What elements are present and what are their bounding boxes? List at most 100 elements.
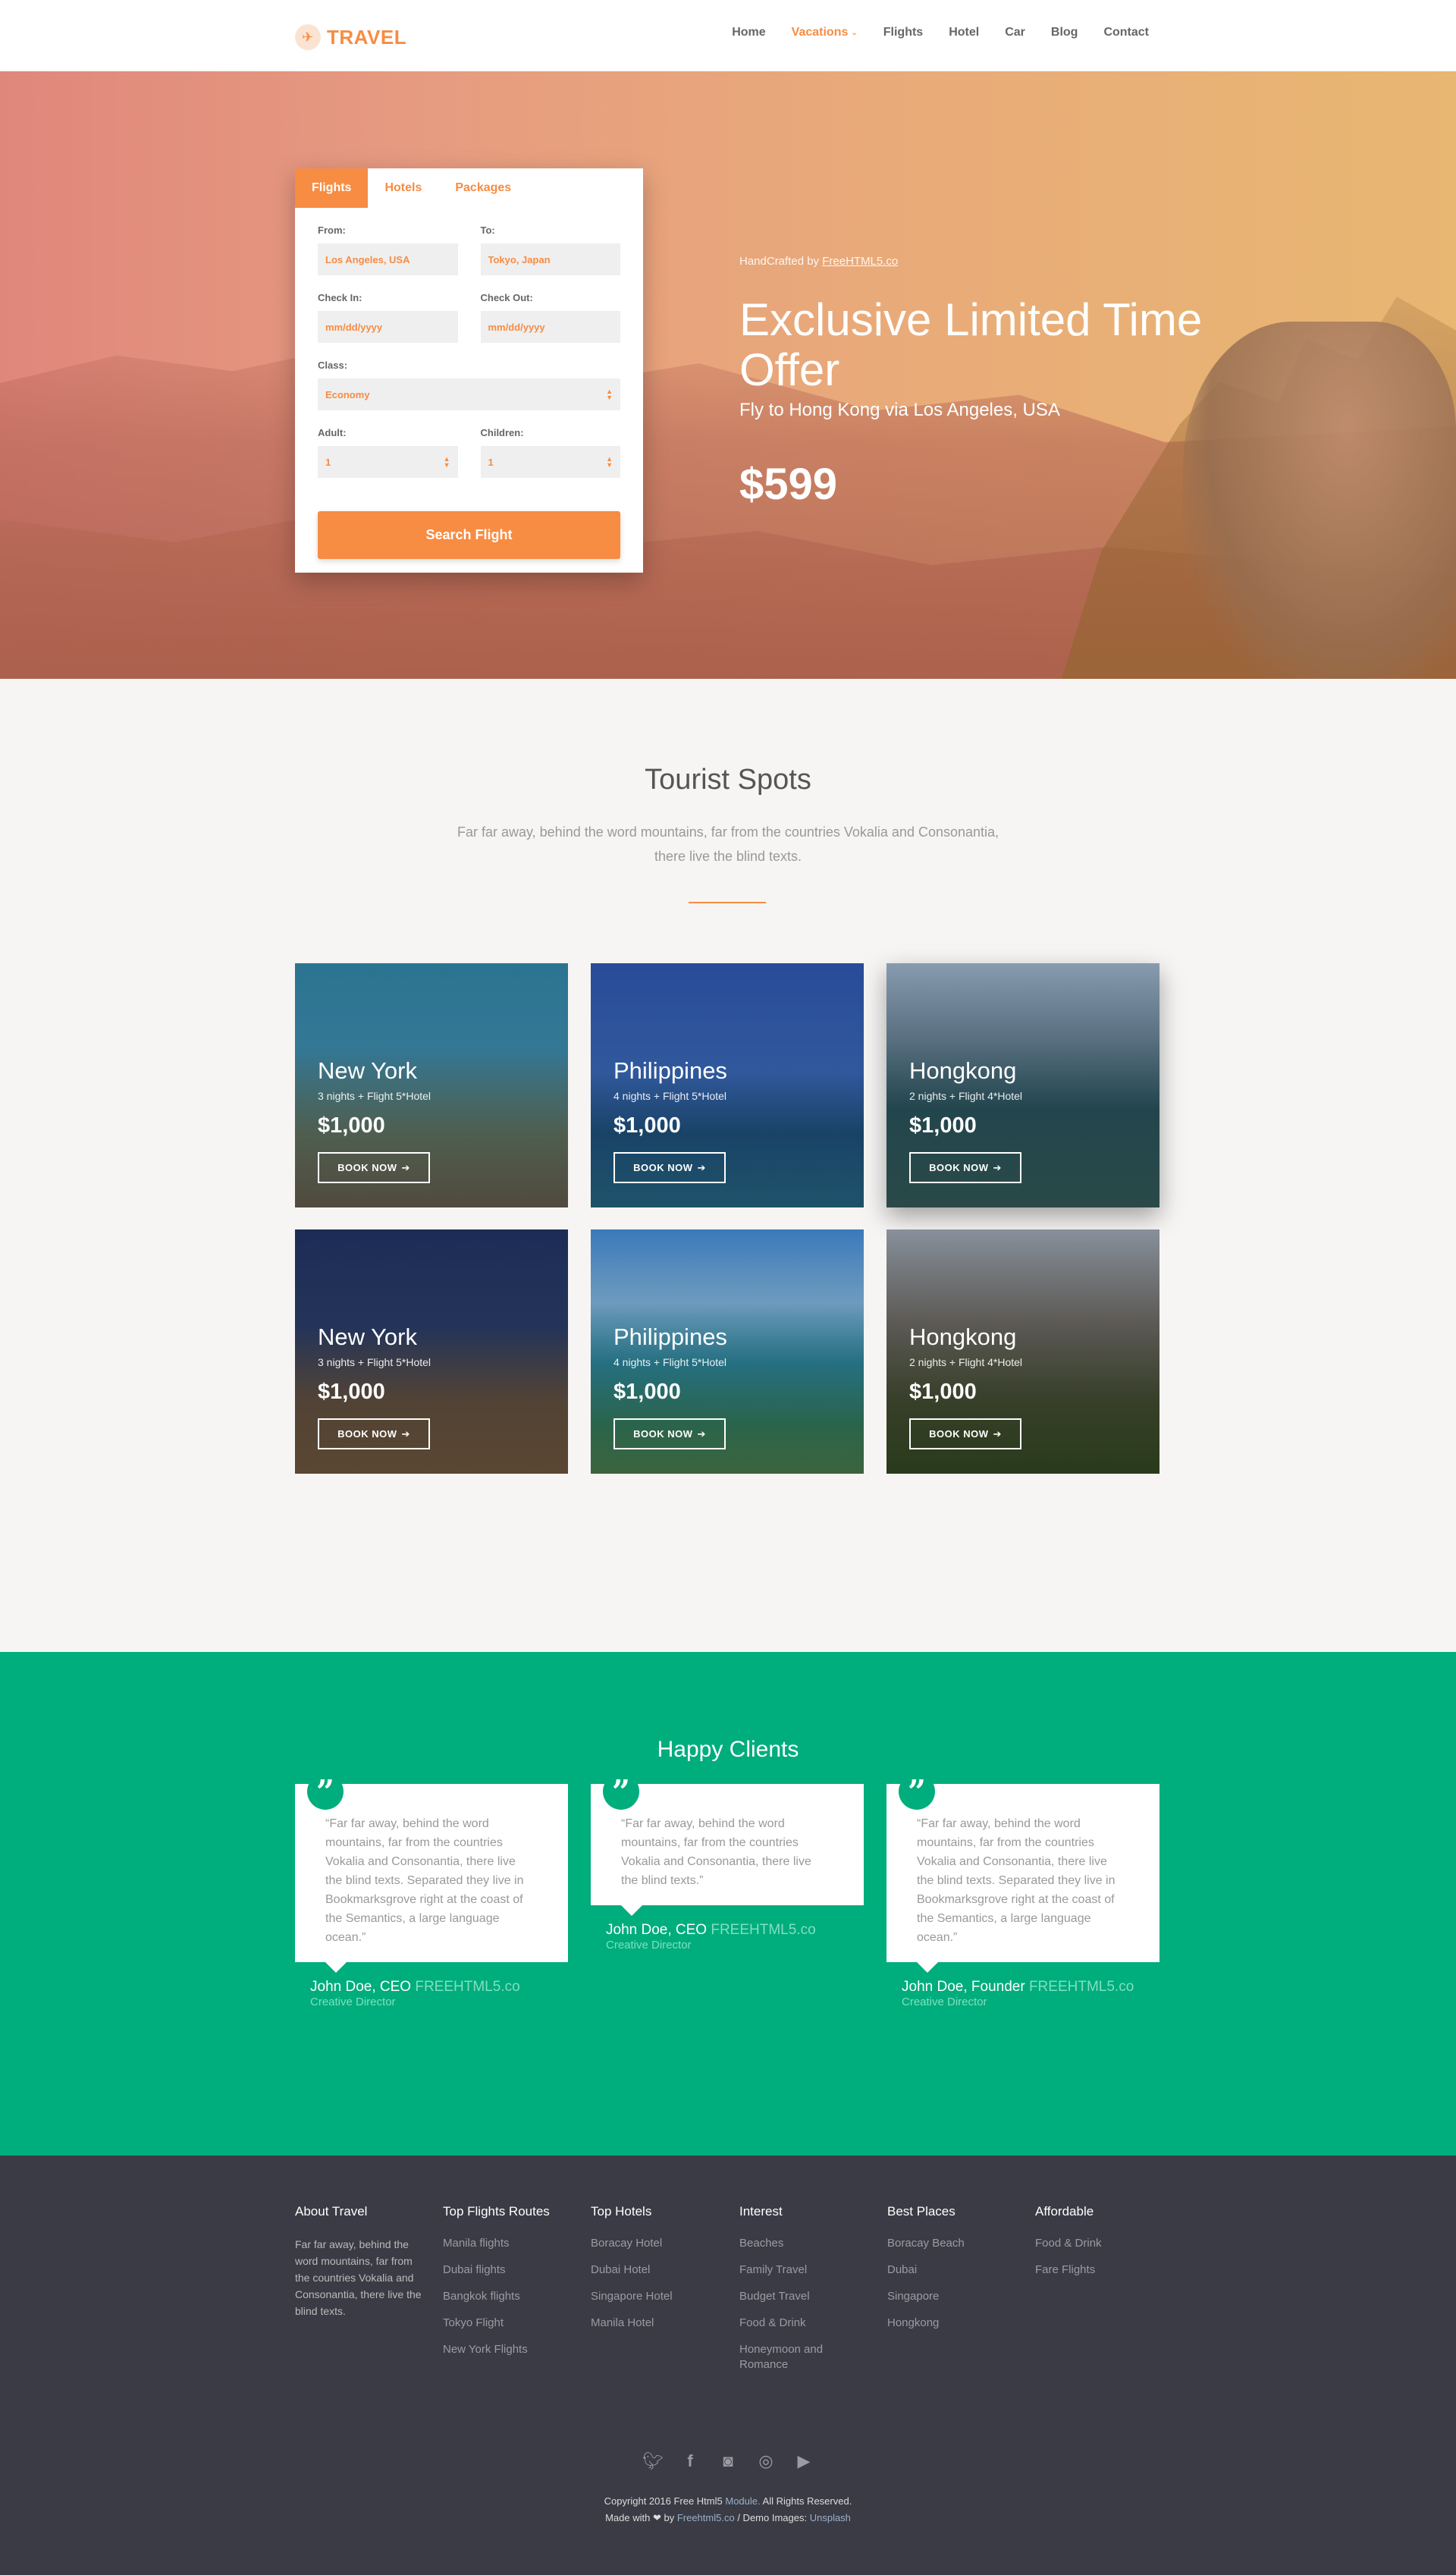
class-select[interactable]: Economy ▲ ▼ bbox=[318, 378, 620, 410]
book-now-label: BOOK NOW bbox=[633, 1162, 693, 1173]
footer-link[interactable]: Manila flights bbox=[443, 2236, 579, 2251]
tour-card[interactable]: New York 3 nights + Flight 5*Hotel $1,00… bbox=[295, 1229, 568, 1474]
happy-clients-section: Happy Clients ” “Far far away, behind th… bbox=[0, 1652, 1456, 2156]
made-by-link[interactable]: Freehtml5.co bbox=[677, 2512, 735, 2523]
footer-link[interactable]: Food & Drink bbox=[1035, 2236, 1172, 2251]
search-form: From: Los Angeles, USA To: Tokyo, Japan … bbox=[295, 208, 643, 511]
testimonial-quote: “Far far away, behind the word mountains… bbox=[917, 1817, 1116, 1944]
handcrafted-link[interactable]: FreeHTML5.co bbox=[822, 255, 898, 268]
arrow-right-icon: ➔ bbox=[697, 1427, 706, 1440]
tab-flights[interactable]: Flights bbox=[295, 168, 369, 208]
nav-vacations[interactable]: Vacations ⌄ bbox=[792, 26, 858, 39]
book-now-button[interactable]: BOOK NOW ➔ bbox=[613, 1418, 726, 1449]
select-arrows-icon: ▲ ▼ bbox=[606, 455, 613, 469]
author-name: John Doe, CEO bbox=[310, 1979, 412, 1995]
youtube-icon[interactable]: ▶ bbox=[794, 2451, 814, 2471]
class-label: Class: bbox=[318, 360, 348, 371]
footer-link[interactable]: Beaches bbox=[739, 2236, 853, 2251]
to-input[interactable]: Tokyo, Japan bbox=[480, 243, 620, 275]
section-divider bbox=[689, 902, 766, 903]
adult-select-value: 1 bbox=[325, 456, 331, 468]
checkin-input[interactable]: mm/dd/yyyy bbox=[318, 311, 458, 343]
tab-packages[interactable]: Packages bbox=[438, 168, 528, 208]
footer-link[interactable]: Singapore Hotel bbox=[591, 2289, 727, 2304]
flight-search-box: Flights Hotels Packages From: Los Angele… bbox=[295, 168, 643, 573]
footer-column: Interest Beaches Family Travel Budget Tr… bbox=[739, 2204, 853, 2384]
testimonial: ” “Far far away, behind the word mountai… bbox=[886, 1773, 1159, 2008]
quote-icon: ” bbox=[899, 1773, 935, 1810]
testimonial-author: John Doe, CEO FREEHTML5.co bbox=[295, 1979, 568, 1996]
footer-link[interactable]: Dubai Hotel bbox=[591, 2263, 727, 2278]
footer-link[interactable]: Tokyo Flight bbox=[443, 2316, 579, 2331]
book-now-button[interactable]: BOOK NOW ➔ bbox=[909, 1152, 1021, 1183]
nav-car[interactable]: Car bbox=[1005, 26, 1025, 39]
dribbble-icon[interactable]: ◎ bbox=[756, 2451, 776, 2471]
footer-link[interactable]: Budget Travel bbox=[739, 2289, 853, 2304]
checkin-label: Check In: bbox=[318, 292, 362, 303]
tab-hotels[interactable]: Hotels bbox=[368, 168, 438, 208]
footer-link[interactable]: Hongkong bbox=[887, 2316, 1024, 2331]
footer-link[interactable]: Manila Hotel bbox=[591, 2316, 727, 2331]
footer-link[interactable]: New York Flights bbox=[443, 2342, 579, 2357]
search-flight-button[interactable]: Search Flight bbox=[318, 511, 620, 559]
tour-card[interactable]: New York 3 nights + Flight 5*Hotel $1,00… bbox=[295, 963, 568, 1207]
tour-card-price: $1,000 bbox=[318, 1380, 385, 1404]
book-now-button[interactable]: BOOK NOW ➔ bbox=[613, 1152, 726, 1183]
nav-flights[interactable]: Flights bbox=[883, 26, 923, 39]
book-now-button[interactable]: BOOK NOW ➔ bbox=[318, 1418, 430, 1449]
adult-select[interactable]: 1 ▲ ▼ bbox=[318, 446, 458, 478]
tour-card-price: $1,000 bbox=[909, 1113, 977, 1138]
nav-blog[interactable]: Blog bbox=[1051, 26, 1078, 39]
tour-card-price: $1,000 bbox=[909, 1380, 977, 1404]
class-select-value: Economy bbox=[325, 388, 370, 400]
testimonial-bubble: ” “Far far away, behind the word mountai… bbox=[886, 1773, 1159, 1973]
unsplash-link[interactable]: Unsplash bbox=[810, 2512, 851, 2523]
testimonial-quote: “Far far away, behind the word mountains… bbox=[325, 1817, 524, 1944]
from-input[interactable]: Los Angeles, USA bbox=[318, 243, 458, 275]
book-now-button[interactable]: BOOK NOW ➔ bbox=[318, 1152, 430, 1183]
facebook-icon[interactable]: f bbox=[680, 2451, 700, 2471]
book-now-label: BOOK NOW bbox=[929, 1162, 989, 1173]
hero-offer: HandCrafted by FreeHTML5.co Exclusive Li… bbox=[739, 255, 1270, 510]
tour-card-city: Hongkong bbox=[909, 1057, 1017, 1084]
tour-card-city: Philippines bbox=[613, 1324, 727, 1350]
instagram-icon[interactable]: ◙ bbox=[718, 2451, 738, 2471]
footer-link[interactable]: Boracay Hotel bbox=[591, 2236, 727, 2251]
tour-card-info: 4 nights + Flight 5*Hotel bbox=[613, 1090, 727, 1102]
author-role: Creative Director bbox=[310, 1996, 396, 2008]
logo[interactable]: ✈ TRAVEL bbox=[295, 24, 406, 50]
nav-contact[interactable]: Contact bbox=[1103, 26, 1149, 39]
nav-home[interactable]: Home bbox=[732, 26, 765, 39]
logo-text: TRAVEL bbox=[327, 25, 407, 49]
testimonial-quote: “Far far away, behind the word mountains… bbox=[621, 1817, 811, 1887]
tour-card[interactable]: Hongkong 2 nights + Flight 4*Hotel $1,00… bbox=[886, 1229, 1159, 1474]
tour-card-city: Philippines bbox=[613, 1057, 727, 1084]
tour-card-price: $1,000 bbox=[318, 1113, 385, 1138]
hero-section: Flights Hotels Packages From: Los Angele… bbox=[0, 71, 1456, 679]
to-label: To: bbox=[480, 225, 495, 236]
footer-link[interactable]: Boracay Beach bbox=[887, 2236, 1024, 2251]
section-title: Happy Clients bbox=[657, 1737, 799, 1762]
footer-link[interactable]: Dubai flights bbox=[443, 2263, 579, 2278]
footer-link[interactable]: Dubai bbox=[887, 2263, 1024, 2278]
made-with-text: Made with bbox=[605, 2512, 651, 2523]
testimonial-author: John Doe, Founder FREEHTML5.co bbox=[886, 1979, 1159, 1996]
children-select[interactable]: 1 ▲ ▼ bbox=[480, 446, 620, 478]
book-now-button[interactable]: BOOK NOW ➔ bbox=[909, 1418, 1021, 1449]
nav-vacations-label: Vacations bbox=[791, 26, 849, 39]
footer-column-title: Interest bbox=[739, 2204, 783, 2219]
twitter-icon[interactable]: 🐦︎ bbox=[642, 2451, 664, 2471]
footer-link[interactable]: Bangkok flights bbox=[443, 2289, 579, 2304]
checkout-input[interactable]: mm/dd/yyyy bbox=[480, 311, 620, 343]
tour-card[interactable]: Hongkong 2 nights + Flight 4*Hotel $1,00… bbox=[886, 963, 1159, 1207]
footer-link[interactable]: Family Travel bbox=[739, 2263, 853, 2278]
tour-card[interactable]: Philippines 4 nights + Flight 5*Hotel $1… bbox=[591, 1229, 864, 1474]
footer-link[interactable]: Fare Flights bbox=[1035, 2263, 1172, 2278]
footer-link[interactable]: Honeymoon and Romance bbox=[739, 2342, 853, 2372]
nav-hotel[interactable]: Hotel bbox=[949, 26, 979, 39]
children-select-value: 1 bbox=[488, 456, 494, 468]
footer-link[interactable]: Food & Drink bbox=[739, 2316, 853, 2331]
footer-link[interactable]: Singapore bbox=[887, 2289, 1024, 2304]
author-brand: FREEHTML5.co bbox=[1028, 1979, 1134, 1995]
tour-card[interactable]: Philippines 4 nights + Flight 5*Hotel $1… bbox=[591, 963, 864, 1207]
